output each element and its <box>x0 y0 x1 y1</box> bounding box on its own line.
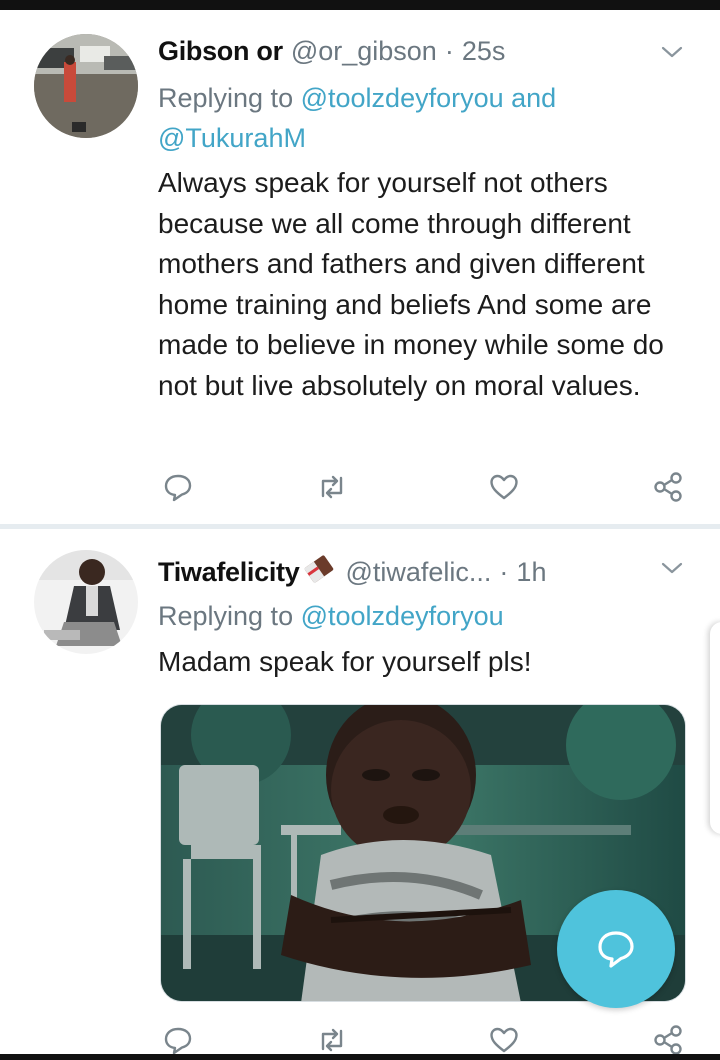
replying-to: Replying to @toolzdeyforyou and @Tukurah… <box>158 78 680 158</box>
tweet-text: Madam speak for yourself pls! <box>158 646 532 677</box>
user-handle[interactable]: @tiwafelic... <box>345 557 491 588</box>
display-name[interactable]: Gibson or <box>158 36 283 67</box>
tweet-header: Tiwafelicity @tiwafelic... · 1h <box>158 554 650 591</box>
share-icon[interactable] <box>648 467 688 507</box>
tweet-header: Gibson or @or_gibson · 25s <box>158 36 650 67</box>
chevron-down-icon[interactable] <box>660 40 684 64</box>
mention-joiner[interactable]: and <box>511 83 556 113</box>
mention-link[interactable]: @toolzdeyforyou <box>301 601 504 631</box>
avatar[interactable] <box>34 34 138 138</box>
edge-panel-handle[interactable] <box>710 622 720 834</box>
reply-icon[interactable] <box>158 467 198 507</box>
display-name[interactable]: Tiwafelicity <box>158 557 300 588</box>
nav-bar-edge <box>0 1054 720 1060</box>
mention-link[interactable]: @TukurahM <box>158 123 306 153</box>
replying-to: Replying to @toolzdeyforyou <box>158 596 680 636</box>
tweet-actions <box>158 467 698 507</box>
chocolate-emoji-icon <box>301 554 337 591</box>
user-handle[interactable]: @or_gibson <box>291 36 437 67</box>
like-icon[interactable] <box>484 467 524 507</box>
avatar[interactable] <box>34 550 138 654</box>
status-bar-edge <box>0 0 720 10</box>
compose-reply-icon <box>598 931 634 968</box>
replying-to-label: Replying to <box>158 601 294 631</box>
tweet-text: Always speak for yourself not others bec… <box>158 167 664 401</box>
separator-dot: · <box>444 36 454 66</box>
tweet[interactable]: Gibson or @or_gibson · 25s Replying to @… <box>0 10 720 525</box>
timestamp[interactable]: 1h <box>516 557 546 588</box>
retweet-icon[interactable] <box>312 467 352 507</box>
chevron-down-icon[interactable] <box>660 556 684 580</box>
compose-reply-button[interactable] <box>557 890 675 1008</box>
mention-link[interactable]: @toolzdeyforyou <box>301 83 504 113</box>
replying-to-label: Replying to <box>158 83 294 113</box>
separator-dot: · <box>499 557 509 587</box>
timestamp[interactable]: 25s <box>462 36 506 67</box>
